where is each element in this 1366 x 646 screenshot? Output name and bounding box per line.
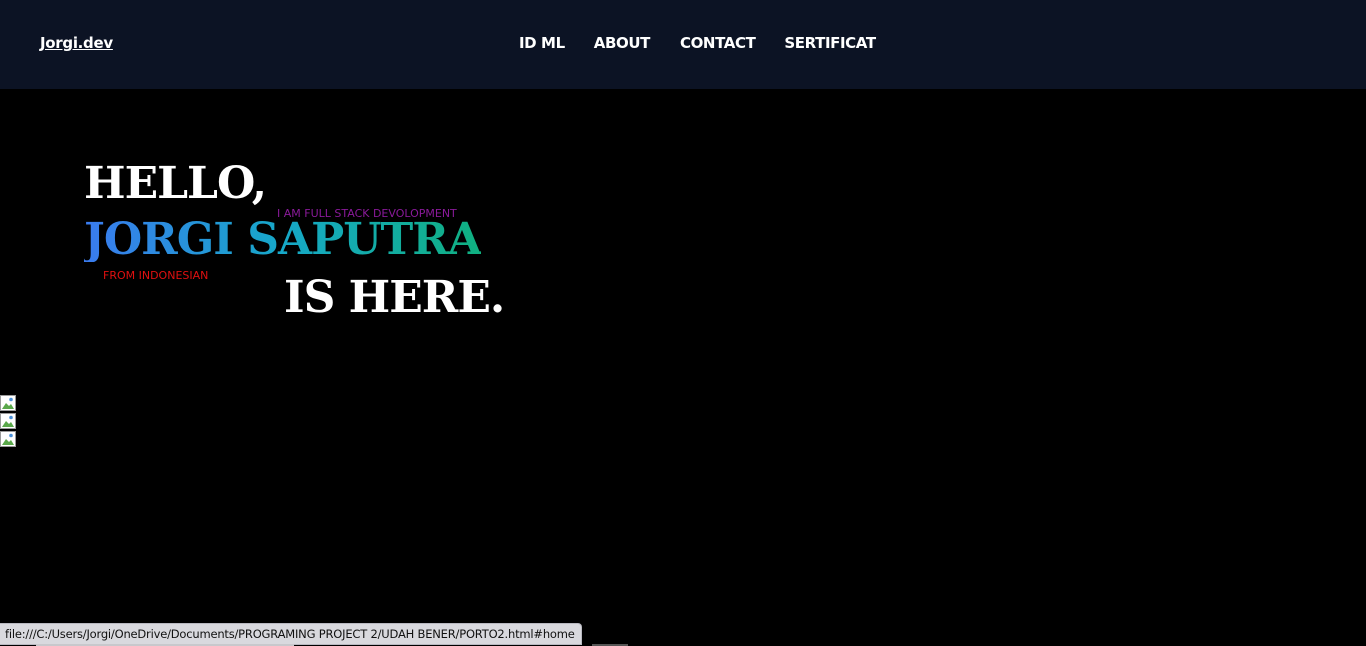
brand-link[interactable]: Jorgi.dev [40, 34, 113, 52]
hero-name: JORGI SAPUTRA [84, 214, 482, 265]
browser-status-bar: file:///C:/Users/Jorgi/OneDrive/Document… [0, 623, 582, 645]
nav-link-contact[interactable]: CONTACT [680, 34, 756, 52]
navbar: Jorgi.dev ID ML ABOUT CONTACT SERTIFICAT [0, 0, 1366, 89]
nav-link-about[interactable]: ABOUT [594, 34, 651, 52]
hero-origin-text: FROM INDONESIAN [103, 269, 209, 282]
broken-image-icon [0, 395, 16, 411]
nav-link-id-ml[interactable]: ID ML [519, 34, 565, 52]
nav-link-sertificat[interactable]: SERTIFICAT [784, 34, 876, 52]
nav-menu: ID ML ABOUT CONTACT SERTIFICAT [519, 34, 876, 52]
hero-greeting: HELLO, [84, 158, 267, 209]
broken-image-icon [0, 413, 16, 429]
hero-closing: IS HERE. [284, 272, 505, 323]
broken-image-icon [0, 431, 16, 447]
